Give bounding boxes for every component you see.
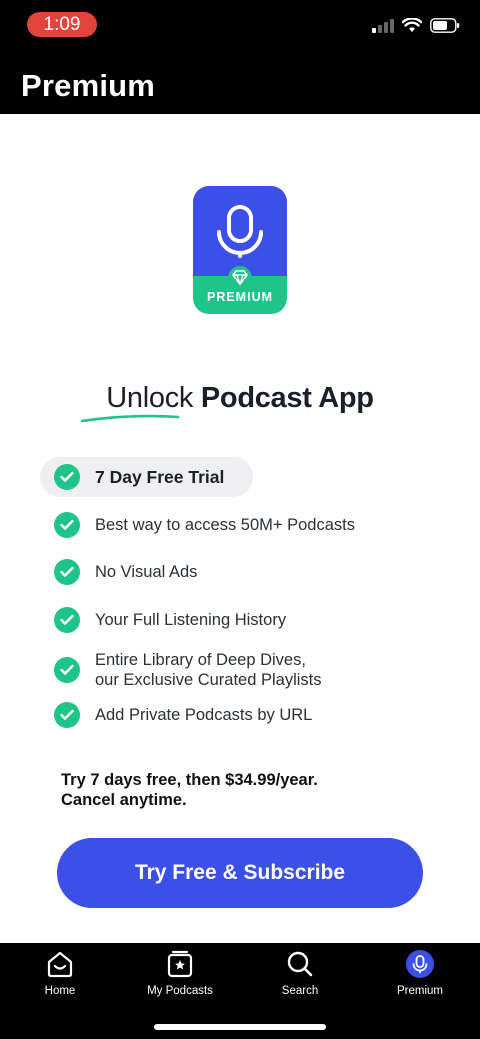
status-time: 1:09 (27, 12, 97, 37)
feature-item: Best way to access 50M+ Podcasts (54, 512, 355, 538)
feature-item: Entire Library of Deep Dives, our Exclus… (54, 650, 322, 690)
checkmark-icon (54, 559, 80, 585)
unlock-headline: Unlock Podcast App (106, 382, 374, 414)
pricing-note: Try 7 days free, then $34.99/year. Cance… (61, 771, 318, 809)
tab-search[interactable]: Search (240, 949, 360, 1009)
microphone-icon (217, 205, 263, 258)
cellular-signal-icon (372, 18, 394, 33)
home-icon (47, 951, 73, 978)
tab-premium[interactable]: Premium (360, 949, 480, 1009)
page-title: Premium (21, 68, 156, 103)
home-indicator[interactable] (154, 1024, 326, 1030)
tab-my-podcasts[interactable]: My Podcasts (120, 949, 240, 1009)
status-icons (372, 18, 460, 33)
wifi-icon (402, 18, 422, 32)
bottom-tab-bar: Home My Podcasts Search Premium (0, 943, 480, 1039)
feature-item: 7 Day Free Trial (40, 457, 253, 497)
tab-home[interactable]: Home (0, 949, 120, 1009)
checkmark-icon (54, 464, 80, 490)
page-header: Premium (0, 50, 480, 114)
diamond-icon (228, 266, 252, 288)
feature-item: No Visual Ads (54, 559, 197, 585)
search-icon (287, 951, 313, 977)
premium-app-logo: PREMIUM (193, 186, 287, 314)
checkmark-icon (54, 657, 80, 683)
checkmark-icon (54, 702, 80, 728)
battery-icon (430, 18, 460, 33)
my-podcasts-icon (167, 950, 193, 978)
feature-item: Your Full Listening History (54, 607, 286, 633)
premium-content: PREMIUM Unlock Podcast App 7 Day Free Tr… (0, 114, 480, 943)
status-bar: 1:09 (0, 0, 480, 50)
checkmark-icon (54, 512, 80, 538)
premium-mic-icon (406, 950, 434, 978)
checkmark-icon (54, 607, 80, 633)
logo-label: PREMIUM (206, 290, 274, 304)
try-free-subscribe-button[interactable]: Try Free & Subscribe (57, 838, 423, 908)
underline-swoosh-icon (80, 414, 180, 423)
feature-item: Add Private Podcasts by URL (54, 702, 312, 728)
